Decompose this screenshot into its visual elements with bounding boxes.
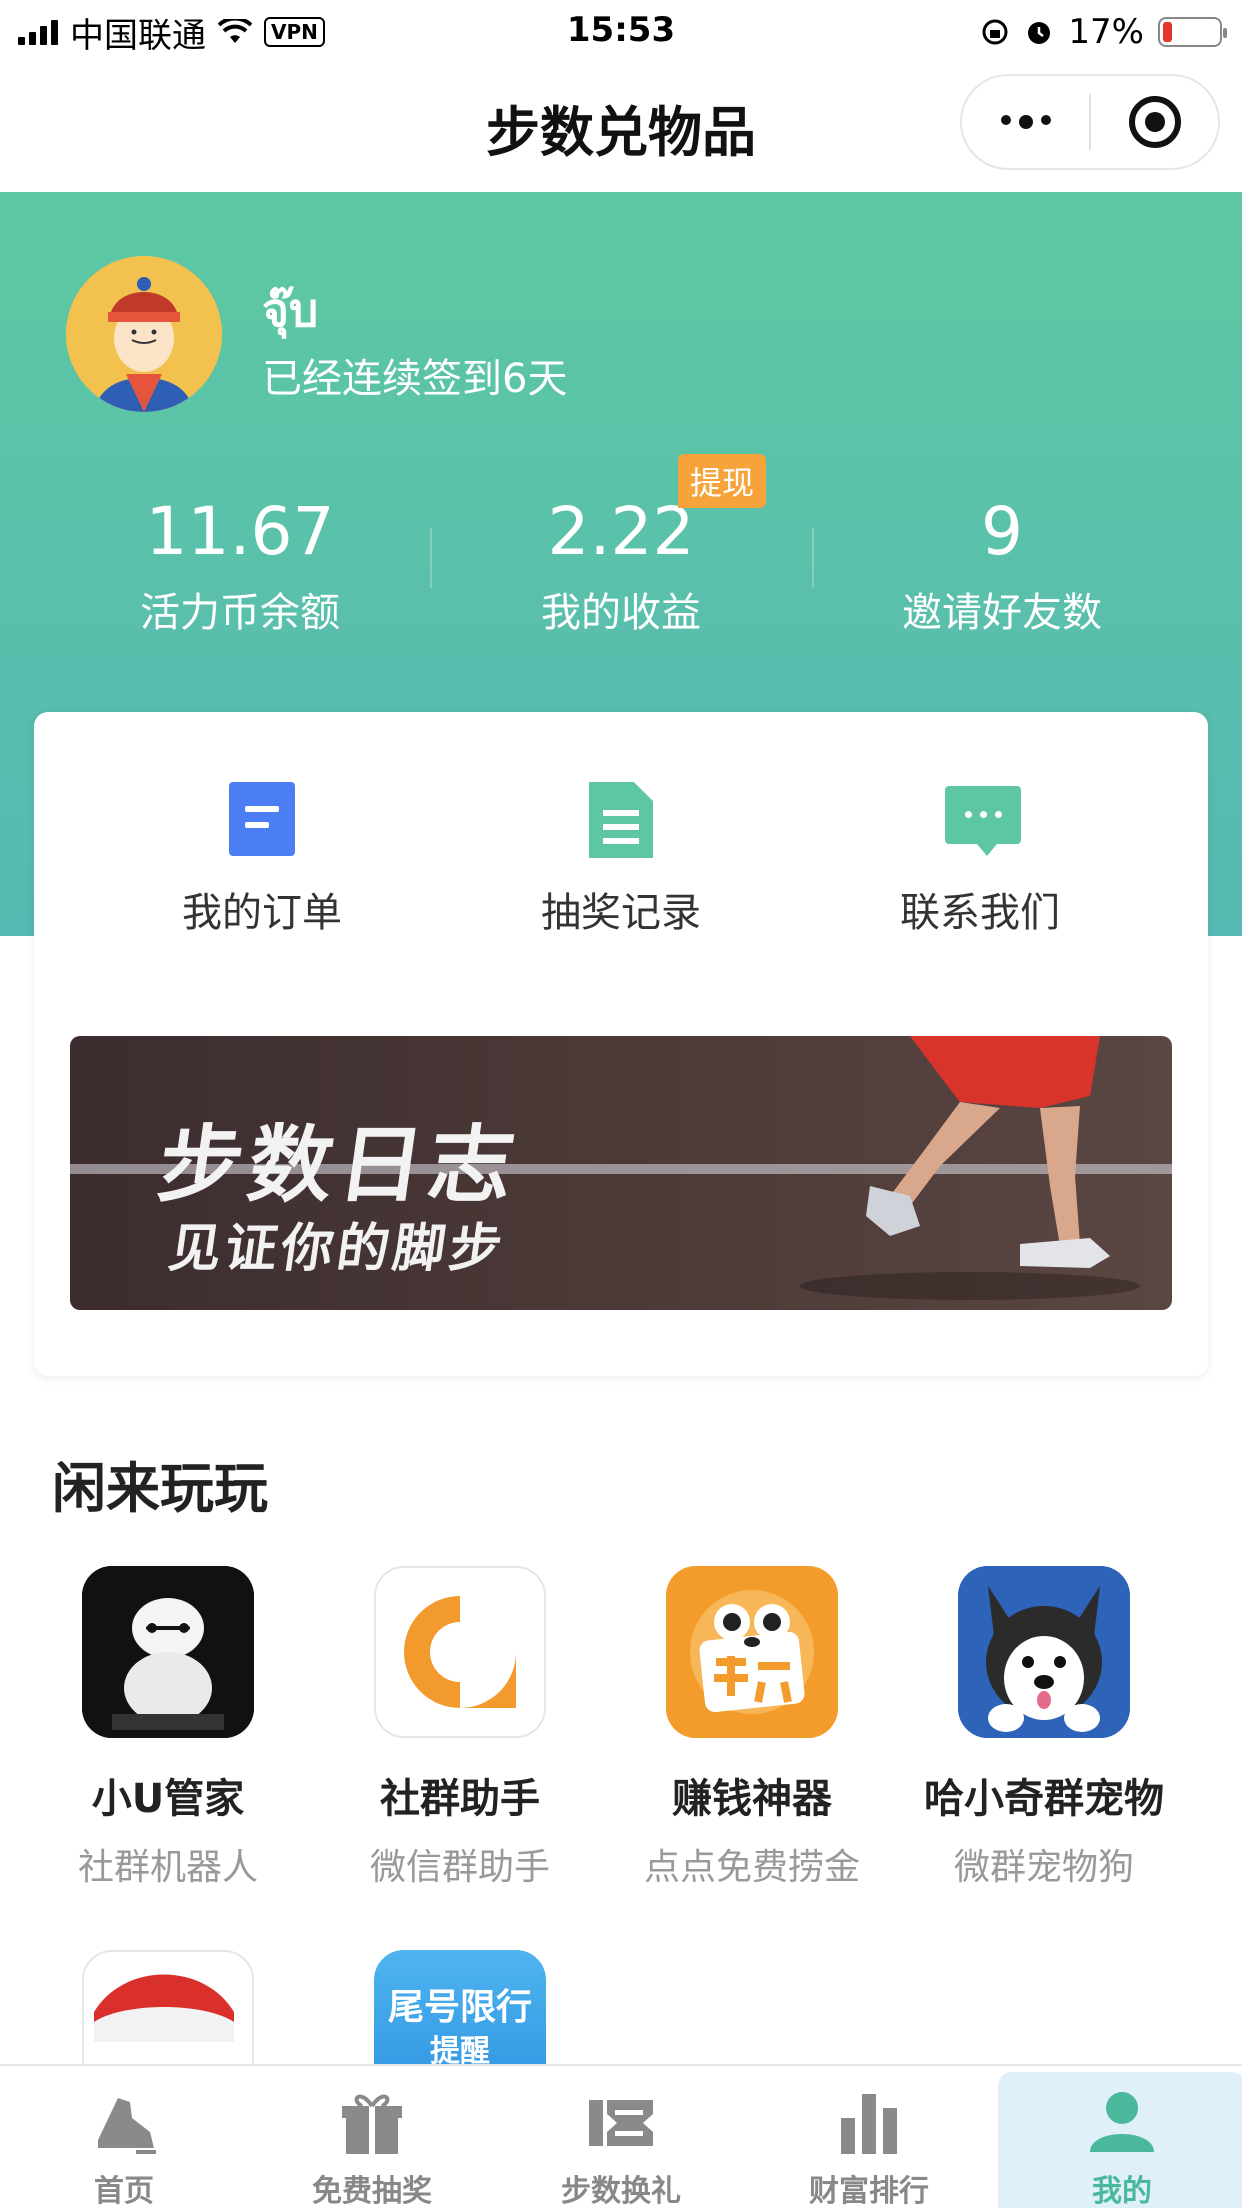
robot-app-icon <box>82 1566 254 1738</box>
game-name: 赚钱神器 <box>672 1776 832 1822</box>
stat-invited-friends[interactable]: 9 邀请好友数 <box>812 492 1192 638</box>
function-card: 我的订单 抽奖记录 联系我们 步数日志 见证你的脚步 <box>34 712 1208 1376</box>
menu-my-orders[interactable]: 我的订单 <box>112 782 412 938</box>
user-icon <box>1086 2088 1158 2158</box>
husky-pet-icon <box>958 1566 1130 1738</box>
nav-bar: 步数兑物品 <box>0 62 1242 192</box>
tab-label: 我的 <box>1092 2174 1152 2208</box>
tab-home[interactable]: 首页 <box>0 2066 248 2208</box>
stat-coin-balance[interactable]: 11.67 活力币余额 <box>50 492 430 638</box>
game-item[interactable]: 社群助手 微信群助手 <box>314 1566 606 1890</box>
game-desc: 社群机器人 <box>77 1847 258 1888</box>
stat-value: 11.67 <box>145 493 335 570</box>
menu-contact-us[interactable]: 联系我们 <box>830 782 1130 938</box>
game-item[interactable]: 小U管家 社群机器人 <box>22 1566 314 1890</box>
exchange-icon <box>585 2088 657 2158</box>
tab-bar: 首页 免费抽奖 步数换礼 财富排行 我的 <box>0 2064 1242 2208</box>
menu-label: 抽奖记录 <box>541 890 701 936</box>
lottery-record-icon <box>586 782 656 858</box>
game-name: 小U管家 <box>91 1776 245 1822</box>
tab-label: 免费抽奖 <box>312 2174 432 2208</box>
more-icon <box>1000 115 1051 129</box>
checkin-status: 已经连续签到6天 <box>262 356 568 402</box>
stat-value: 9 <box>981 493 1023 570</box>
tab-free-lottery[interactable]: 免费抽奖 <box>248 2066 496 2208</box>
stat-label: 我的收益 <box>541 590 701 636</box>
battery-icon <box>1158 17 1227 47</box>
status-right: 17% <box>980 10 1227 54</box>
stat-earnings[interactable]: 2.22 我的收益 <box>431 492 811 638</box>
banner-subtitle: 见证你的脚步 <box>165 1218 510 1279</box>
game-name: 社群助手 <box>380 1776 540 1822</box>
tab-label: 首页 <box>94 2174 154 2208</box>
game-item[interactable]: 赚钱神器 点点免费捞金 <box>606 1566 898 1890</box>
banner-title: 步数日志 <box>152 1115 527 1214</box>
tab-mine[interactable]: 我的 <box>998 2072 1242 2208</box>
runner-legs-image <box>800 1036 1140 1300</box>
menu-label: 我的订单 <box>182 890 342 936</box>
rotation-lock-icon <box>982 19 1008 45</box>
tab-label: 步数换礼 <box>561 2174 681 2208</box>
menu-label: 联系我们 <box>900 890 1060 936</box>
mini-program-capsule <box>960 74 1220 170</box>
section-title: 闲来玩玩 <box>52 1457 268 1520</box>
tab-label: 财富排行 <box>809 2174 929 2208</box>
chat-icon <box>945 782 1021 858</box>
community-assistant-icon <box>374 1566 546 1738</box>
target-icon <box>1128 96 1181 148</box>
more-button[interactable] <box>962 76 1089 168</box>
game-item[interactable]: 哈小奇群宠物 微群宠物狗 <box>898 1566 1190 1890</box>
order-icon <box>227 782 297 858</box>
stat-label: 邀请好友数 <box>902 590 1102 636</box>
shoe-icon <box>88 2088 160 2158</box>
withdraw-badge[interactable]: 提现 <box>678 454 767 508</box>
game-name: 哈小奇群宠物 <box>924 1776 1164 1822</box>
alarm-icon <box>1028 22 1051 44</box>
status-bar: 中国联通 VPN 15:53 17% <box>0 0 1242 62</box>
game-desc: 点点免费捞金 <box>643 1847 860 1888</box>
gift-icon <box>336 2088 408 2158</box>
menu-lottery-records[interactable]: 抽奖记录 <box>471 782 771 938</box>
game-desc: 微群宠物狗 <box>953 1847 1134 1888</box>
close-mini-program-button[interactable] <box>1091 76 1218 168</box>
avatar-image <box>66 256 222 412</box>
step-diary-banner[interactable]: 步数日志 见证你的脚步 <box>70 1036 1172 1310</box>
user-name: จุ๊บ <box>262 283 319 337</box>
battery-percent: 17% <box>1068 12 1144 52</box>
bar-chart-icon <box>833 2088 905 2158</box>
tab-step-exchange[interactable]: 步数换礼 <box>497 2066 745 2208</box>
tab-wealth-ranking[interactable]: 财富排行 <box>745 2066 993 2208</box>
stat-label: 活力币余额 <box>140 590 340 636</box>
money-app-icon <box>666 1566 838 1738</box>
avatar[interactable] <box>66 256 222 412</box>
app-icon-label: 尾号限行 <box>387 1987 532 2028</box>
game-desc: 微信群助手 <box>369 1847 550 1888</box>
